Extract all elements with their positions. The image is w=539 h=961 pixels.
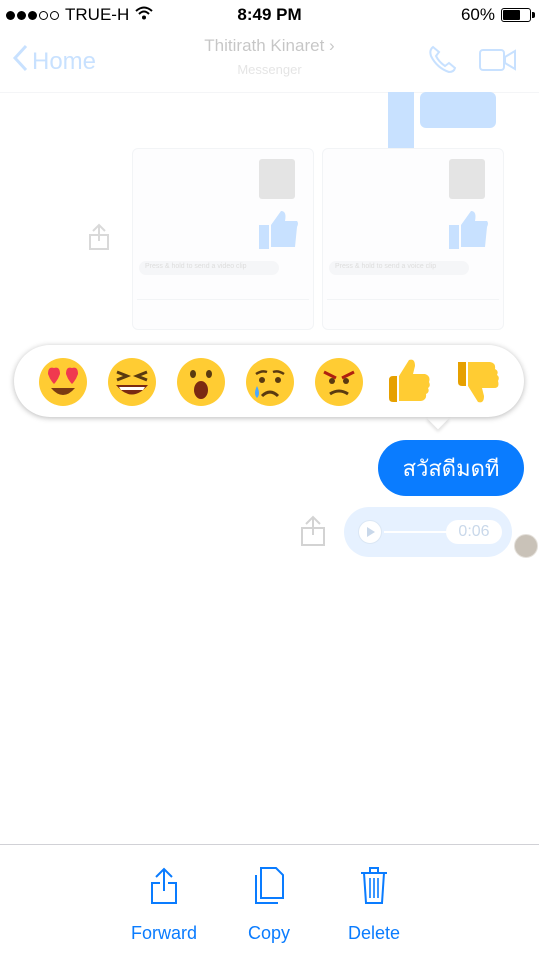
share-icon xyxy=(114,865,214,909)
voice-message-bubble[interactable]: 0:06 xyxy=(344,507,512,557)
laughing-emoji[interactable] xyxy=(105,354,159,408)
audio-progress-track[interactable] xyxy=(384,531,452,533)
trash-icon xyxy=(324,865,424,909)
crying-emoji[interactable] xyxy=(243,354,297,408)
play-icon[interactable] xyxy=(358,520,382,544)
message-action-toolbar: Forward Copy Delete xyxy=(0,844,539,961)
thumbs-down-icon[interactable] xyxy=(450,354,504,408)
reaction-bar xyxy=(14,345,524,417)
conversation-title[interactable]: Thitirath Kinaret › xyxy=(0,36,539,56)
nav-bar: Home Thitirath Kinaret › Messenger xyxy=(0,30,539,93)
forward-label: Forward xyxy=(130,923,197,943)
copy-label: Copy xyxy=(247,923,291,943)
share-icon[interactable] xyxy=(300,515,326,552)
copy-icon xyxy=(219,865,319,909)
keyboard-preview xyxy=(137,299,309,326)
status-bar: TRUE-H 8:49 PM 60% xyxy=(0,0,539,30)
copy-button[interactable]: Copy xyxy=(219,865,319,944)
chevron-right-icon: › xyxy=(329,36,335,55)
status-time: 8:49 PM xyxy=(237,5,302,24)
phone-icon[interactable] xyxy=(427,44,457,79)
angry-emoji[interactable] xyxy=(312,354,366,408)
profile-photo xyxy=(259,159,295,199)
battery-percent: 60% xyxy=(460,5,495,24)
profile-photo xyxy=(449,159,485,199)
video-call-icon[interactable] xyxy=(479,48,517,77)
shared-screenshot-card[interactable]: Press & hold to send a voice clip xyxy=(322,148,504,330)
keyboard-preview xyxy=(327,299,499,326)
hint-pill: Press & hold to send a voice clip xyxy=(329,261,469,275)
audio-duration: 0:06 xyxy=(446,520,502,544)
sent-message-bubble[interactable]: สวัสดีมดที xyxy=(378,440,524,496)
delete-label: Delete xyxy=(347,923,401,943)
heart-eyes-emoji[interactable] xyxy=(36,354,90,408)
thumbs-up-icon[interactable] xyxy=(381,354,435,408)
shared-screenshot-card[interactable]: Press & hold to send a video clip xyxy=(132,148,314,330)
battery-icon xyxy=(501,8,535,22)
contact-name: Thitirath Kinaret xyxy=(204,36,325,55)
surprised-emoji[interactable] xyxy=(174,354,228,408)
share-icon[interactable] xyxy=(88,223,110,256)
conversation-subtitle: Messenger xyxy=(237,62,302,77)
hint-pill: Press & hold to send a video clip xyxy=(139,261,279,275)
thumbs-up-icon xyxy=(257,209,299,256)
delete-button[interactable]: Delete xyxy=(324,865,424,944)
read-receipt-avatar xyxy=(514,534,538,558)
forward-button[interactable]: Forward xyxy=(114,865,214,944)
thumbs-up-icon xyxy=(447,209,489,256)
